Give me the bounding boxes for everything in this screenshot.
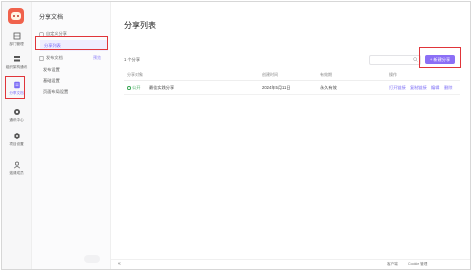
highlight-box-share-list bbox=[35, 36, 108, 50]
rail-label: 通讯中心 bbox=[9, 118, 24, 122]
sidebar-group-publish[interactable]: 发布文档 bbox=[39, 55, 63, 61]
org-icon bbox=[13, 56, 20, 62]
page-title: 分享列表 bbox=[124, 21, 156, 30]
app-logo[interactable] bbox=[8, 8, 24, 24]
rail-item-invite[interactable]: 邀请成员 bbox=[3, 161, 30, 185]
expiry: 永久有效 bbox=[320, 85, 337, 90]
share-name[interactable]: 最佳实践分享 bbox=[149, 85, 174, 91]
sidebar-title: 分享文档 bbox=[39, 15, 64, 21]
column-header: 创建时间 bbox=[262, 72, 278, 77]
share-count: 1 个分享 bbox=[124, 57, 141, 62]
user-icon bbox=[13, 161, 20, 169]
rail-label: 组织架构通讯 bbox=[5, 65, 28, 69]
sidebar-item-layout-settings[interactable]: 页面布局设置 bbox=[43, 89, 68, 95]
copy-link-button[interactable]: 复制链接 bbox=[410, 85, 427, 91]
column-header: 操作 bbox=[389, 72, 397, 77]
cloud-icon bbox=[13, 109, 20, 115]
sidebar-item-basic-settings[interactable]: 基础设置 bbox=[43, 78, 60, 84]
main-content: 分享列表 1 个分享 + 新建分享 分享对象 创建时间 有效期 操作 公开 最佳… bbox=[111, 2, 470, 269]
gear-icon bbox=[13, 133, 20, 139]
rail-item-project-settings[interactable]: 项目设置 bbox=[3, 132, 30, 156]
cookie-manager-link[interactable]: Cookie 管理 bbox=[408, 262, 427, 267]
building-icon bbox=[13, 32, 20, 40]
sidebar-item-publish-settings[interactable]: 发布设置 bbox=[43, 67, 60, 73]
open-link-button[interactable]: 打开链接 bbox=[389, 85, 406, 91]
table-row[interactable]: 公开 最佳实践分享 2024年5月11日 永久有效 打开链接 复制链接 编辑 删… bbox=[124, 82, 460, 95]
doc-icon bbox=[39, 55, 44, 61]
table-header: 分享对象 创建时间 有效期 操作 bbox=[124, 70, 460, 81]
preview-badge[interactable]: 预览 bbox=[93, 55, 101, 61]
column-header: 有效期 bbox=[320, 72, 332, 77]
rail-label: 项目设置 bbox=[9, 142, 24, 146]
client-link[interactable]: 客户端 bbox=[387, 262, 398, 267]
rail-item-department[interactable]: 部门管理 bbox=[3, 32, 30, 56]
column-header: 分享对象 bbox=[127, 72, 143, 77]
status-bar: « 客户端 Cookie 管理 bbox=[111, 259, 470, 269]
sidebar-group-label: 发布文档 bbox=[46, 55, 63, 60]
rail-item-comm[interactable]: 通讯中心 bbox=[3, 108, 30, 132]
highlight-box-rail bbox=[5, 76, 25, 99]
rail-label: 部门管理 bbox=[9, 42, 24, 46]
search-input[interactable] bbox=[369, 55, 421, 65]
status-badge: 公开 bbox=[127, 85, 140, 91]
highlight-box-new-share bbox=[419, 47, 461, 68]
search-icon bbox=[413, 57, 418, 62]
rail-label: 邀请成员 bbox=[9, 171, 24, 175]
delete-button[interactable]: 删除 bbox=[444, 85, 452, 91]
collapse-sidebar-button[interactable]: « bbox=[118, 261, 121, 267]
status-label: 公开 bbox=[132, 85, 141, 90]
check-circle-icon bbox=[127, 86, 131, 90]
icon-rail: 部门管理 组织架构通讯 分享文档 通讯中心 项目设置 邀请成员 bbox=[2, 2, 32, 269]
created-date: 2024年5月11日 bbox=[262, 85, 291, 90]
edit-button[interactable]: 编辑 bbox=[431, 85, 439, 91]
